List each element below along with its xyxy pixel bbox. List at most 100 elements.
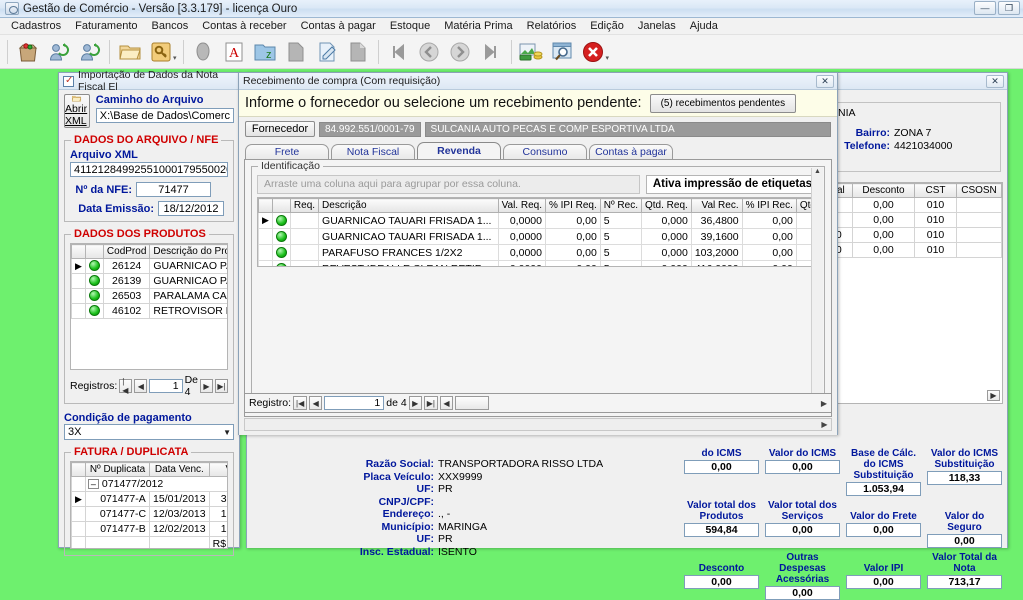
nfe-col-cst[interactable]: CST	[914, 183, 957, 198]
payment-condition-select[interactable]: 3X ▼	[64, 424, 234, 440]
col-val-req[interactable]: Val. Req.	[497, 198, 546, 213]
menu-item-materia-prima[interactable]: Matéria Prima	[437, 19, 519, 33]
close-dropdown-caret-icon[interactable]: ▾	[606, 54, 610, 62]
page-corner-icon[interactable]	[343, 37, 374, 67]
blank-page-icon[interactable]	[281, 37, 312, 67]
key-icon[interactable]	[145, 37, 176, 67]
table-row[interactable]: REVEST IDEALLE CLEAN RETIF. ... 0,0000 0…	[258, 260, 818, 266]
nfe-grid-scroll-right-button[interactable]: ▶	[987, 390, 1000, 401]
record-first-button[interactable]: |◀	[293, 396, 308, 410]
menu-item-ajuda[interactable]: Ajuda	[683, 19, 725, 33]
shopping-bag-icon[interactable]	[12, 37, 43, 67]
last-record-icon[interactable]	[476, 37, 507, 67]
col-n-rec[interactable]: Nº Rec.	[599, 198, 643, 213]
col-ipi-req[interactable]: % IPI Req.	[544, 198, 601, 213]
menu-item-faturamento[interactable]: Faturamento	[68, 19, 144, 33]
menu-item-edicao[interactable]: Edição	[583, 19, 631, 33]
table-row[interactable]: 46102 RETROVISOR P94	[71, 303, 227, 319]
products-prev-button[interactable]: ◀	[134, 379, 148, 393]
tab-consumo[interactable]: Consumo	[503, 144, 587, 159]
invoice-grid[interactable]: Nº Duplicata Data Venc. Valor –071477/20…	[70, 461, 228, 549]
table-row[interactable]: 26139 GUARNICAO PARA	[71, 273, 227, 289]
invoice-col-valor[interactable]: Valor	[208, 462, 227, 477]
xml-file-input[interactable]: 41121284992551000179550020000	[70, 162, 228, 177]
tab-frete[interactable]: Frete	[245, 144, 329, 159]
column-group-dropzone[interactable]: Arraste uma coluna aqui para agrupar por…	[257, 175, 640, 194]
table-row[interactable]: ▶ 26124 GUARNICAO PARA	[71, 258, 227, 274]
refresh-user-icon[interactable]	[43, 37, 74, 67]
tab-contas-a-pagar[interactable]: Contas à pagar	[589, 144, 673, 159]
menu-item-contas-pagar[interactable]: Contas à pagar	[294, 19, 383, 33]
table-row[interactable]: 20 0,00 010	[826, 227, 1002, 243]
enable-label-printing-button[interactable]: Ativa impressão de etiquetas	[645, 175, 819, 194]
invoice-group-node-row[interactable]: –071477/2012	[71, 476, 227, 492]
menu-item-contas-receber[interactable]: Contas à receber	[195, 19, 293, 33]
record-last-button[interactable]: ▶|	[423, 396, 438, 410]
menu-item-bancos[interactable]: Bancos	[145, 19, 196, 33]
search-window-icon[interactable]	[547, 37, 578, 67]
first-record-icon[interactable]	[383, 37, 414, 67]
table-row[interactable]: 6 0,00 010	[826, 212, 1002, 228]
tab-revenda[interactable]: Revenda	[417, 142, 501, 159]
nfe-products-grid[interactable]: tal Desconto CST CSOSN 8 0,00 010	[825, 182, 1003, 404]
products-grid[interactable]: CodProd Descrição do Produ ▶ 26124 GUARN…	[70, 243, 228, 370]
nfe-col-csosn[interactable]: CSOSN	[956, 183, 1002, 198]
nfe-number-input[interactable]: 71477	[136, 182, 211, 197]
tab-nota-fiscal[interactable]: Nota Fiscal	[331, 144, 415, 159]
table-row[interactable]: 26503 PARALAMA CAB 1	[71, 288, 227, 304]
table-row[interactable]: 071477-B 12/02/2013 198,00	[71, 521, 227, 537]
record-position-input[interactable]: 1	[324, 396, 385, 410]
receipt-dialog-close-button[interactable]: ✕	[816, 74, 834, 88]
minimize-button[interactable]: —	[974, 1, 996, 15]
menu-item-cadastros[interactable]: Cadastros	[4, 19, 68, 33]
supplier-button[interactable]: Fornecedor	[245, 121, 315, 137]
products-col-descricao[interactable]: Descrição do Produ	[149, 244, 227, 259]
table-row[interactable]: 071477-C 12/03/2013 198,00	[71, 506, 227, 522]
table-row[interactable]: PARAFUSO FRANCES 1/2X2 0,0000 0,00 5 0,0…	[258, 244, 818, 261]
col-val-rec[interactable]: Val Rec.	[690, 198, 743, 213]
nfe-close-button[interactable]: ✕	[986, 74, 1004, 88]
nfe-col-desconto[interactable]: Desconto	[852, 183, 915, 198]
close-red-icon[interactable]	[578, 37, 609, 67]
table-row[interactable]: 00 0,00 010	[826, 242, 1002, 258]
record-next-button[interactable]: ▶	[408, 396, 422, 410]
col-ipi-rec[interactable]: % IPI Rec.	[741, 198, 797, 213]
col-descricao[interactable]: Descrição	[318, 198, 499, 213]
invoice-col-venc[interactable]: Data Venc.	[149, 462, 210, 477]
menu-item-janelas[interactable]: Janelas	[631, 19, 683, 33]
record-prev-button[interactable]: ◀	[309, 396, 323, 410]
products-next-button[interactable]: ▶	[200, 379, 213, 393]
open-folder-icon[interactable]	[114, 37, 145, 67]
previous-record-icon[interactable]	[414, 37, 445, 67]
col-req[interactable]: Req.	[289, 198, 320, 213]
blob-icon[interactable]	[188, 37, 219, 67]
table-row[interactable]: ▶ GUARNICAO TAUARI FRISADA 1... 0,0000 0…	[258, 212, 818, 229]
products-col-codprod[interactable]: CodProd	[102, 244, 151, 259]
font-a-icon[interactable]: A	[219, 37, 250, 67]
table-row[interactable]: GUARNICAO TAUARI FRISADA 1... 0,0000 0,0…	[258, 228, 818, 245]
path-input[interactable]: X:\Base de Dados\Comerc	[95, 108, 234, 123]
products-position-input[interactable]: 1	[149, 379, 183, 393]
scroll-right-arrow-icon[interactable]: ▶	[818, 420, 831, 429]
chevron-down-icon[interactable]: ▼	[223, 428, 231, 437]
scroll-up-arrow-icon[interactable]: ▲	[814, 168, 821, 175]
invoice-col-numero[interactable]: Nº Duplicata	[84, 462, 151, 477]
money-report-icon[interactable]	[516, 37, 547, 67]
record-edit-button[interactable]: ◀	[439, 396, 453, 410]
next-record-icon[interactable]	[445, 37, 476, 67]
menu-item-estoque[interactable]: Estoque	[383, 19, 437, 33]
revenda-panel-vertical-scrollbar[interactable]: ▲ ▼	[811, 168, 823, 408]
collapse-toggle-icon[interactable]: –	[87, 479, 99, 489]
table-row[interactable]: 8 0,00 010	[826, 197, 1002, 213]
record-scroll-right-icon[interactable]: ▶	[821, 399, 827, 408]
key-dropdown-caret-icon[interactable]: ▾	[173, 54, 177, 62]
refresh-user-alt-icon[interactable]	[74, 37, 105, 67]
menu-item-relatorios[interactable]: Relatórios	[520, 19, 584, 33]
receipt-horizontal-scrollbar[interactable]: ▶	[244, 418, 832, 431]
revenda-grid[interactable]: Req. Descrição Val. Req. % IPI Req. Nº R…	[257, 197, 819, 267]
products-last-button[interactable]: ▶|	[215, 379, 228, 393]
products-first-button[interactable]: |◀	[119, 377, 133, 395]
record-extra-button[interactable]	[454, 396, 489, 410]
issue-date-input[interactable]: 18/12/2012	[158, 201, 224, 216]
pending-receipts-button[interactable]: (5) recebimentos pendentes	[649, 93, 797, 113]
